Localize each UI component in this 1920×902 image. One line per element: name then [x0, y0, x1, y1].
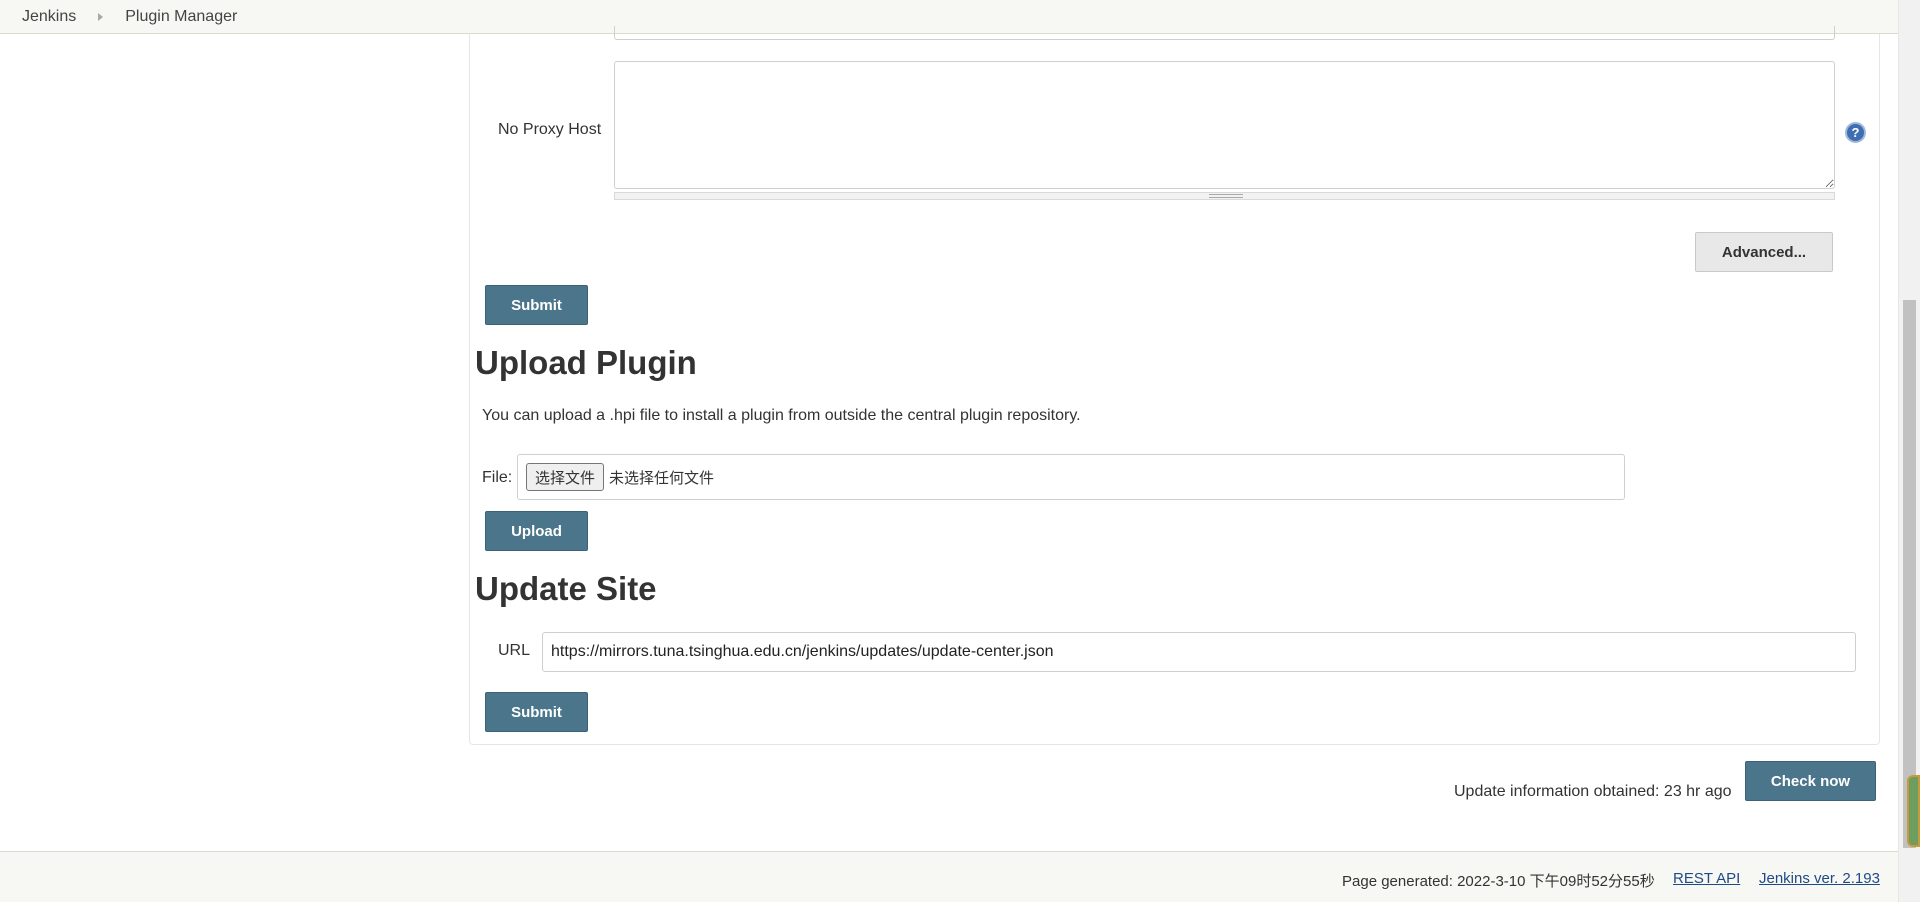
breadcrumb-item-plugin-manager[interactable]: Plugin Manager	[103, 8, 259, 26]
upload-plugin-description: You can upload a .hpi file to install a …	[482, 407, 1081, 424]
update-site-url-input[interactable]	[542, 632, 1856, 672]
scrollbar-thumb[interactable]	[1903, 300, 1916, 848]
file-label: File:	[482, 469, 513, 486]
update-site-title: Update Site	[475, 570, 657, 607]
no-proxy-host-label: No Proxy Host	[498, 121, 602, 138]
help-icon[interactable]: ?	[1845, 122, 1866, 143]
check-now-button[interactable]: Check now	[1745, 761, 1876, 801]
advanced-button[interactable]: Advanced...	[1695, 232, 1833, 272]
proxy-submit-button[interactable]: Submit	[485, 285, 588, 325]
choose-file-button[interactable]: 选择文件	[526, 463, 605, 491]
textarea-resize-grip[interactable]	[614, 192, 1835, 200]
update-info-text: Update information obtained: 23 hr ago	[1454, 783, 1732, 800]
grip-handle-icon	[1209, 194, 1243, 198]
footer: Page generated: 2022-3-10 下午09时52分55秒 RE…	[0, 851, 1898, 902]
no-proxy-host-textarea[interactable]	[614, 61, 1835, 189]
url-label: URL	[498, 642, 531, 659]
upload-plugin-title: Upload Plugin	[475, 344, 697, 381]
file-input[interactable]: 选择文件 未选择任何文件	[517, 454, 1625, 500]
side-widget-icon[interactable]	[1907, 775, 1920, 847]
breadcrumb-item-jenkins[interactable]: Jenkins	[0, 8, 98, 26]
upload-button[interactable]: Upload	[485, 511, 588, 551]
file-status-text: 未选择任何文件	[609, 468, 715, 487]
rest-api-link[interactable]: REST API	[1673, 870, 1740, 887]
proxy-password-field[interactable]	[614, 26, 1835, 40]
page-generated-text: Page generated: 2022-3-10 下午09时52分55秒	[1342, 873, 1655, 890]
update-site-submit-button[interactable]: Submit	[485, 692, 588, 732]
jenkins-version-link[interactable]: Jenkins ver. 2.193	[1759, 870, 1880, 887]
